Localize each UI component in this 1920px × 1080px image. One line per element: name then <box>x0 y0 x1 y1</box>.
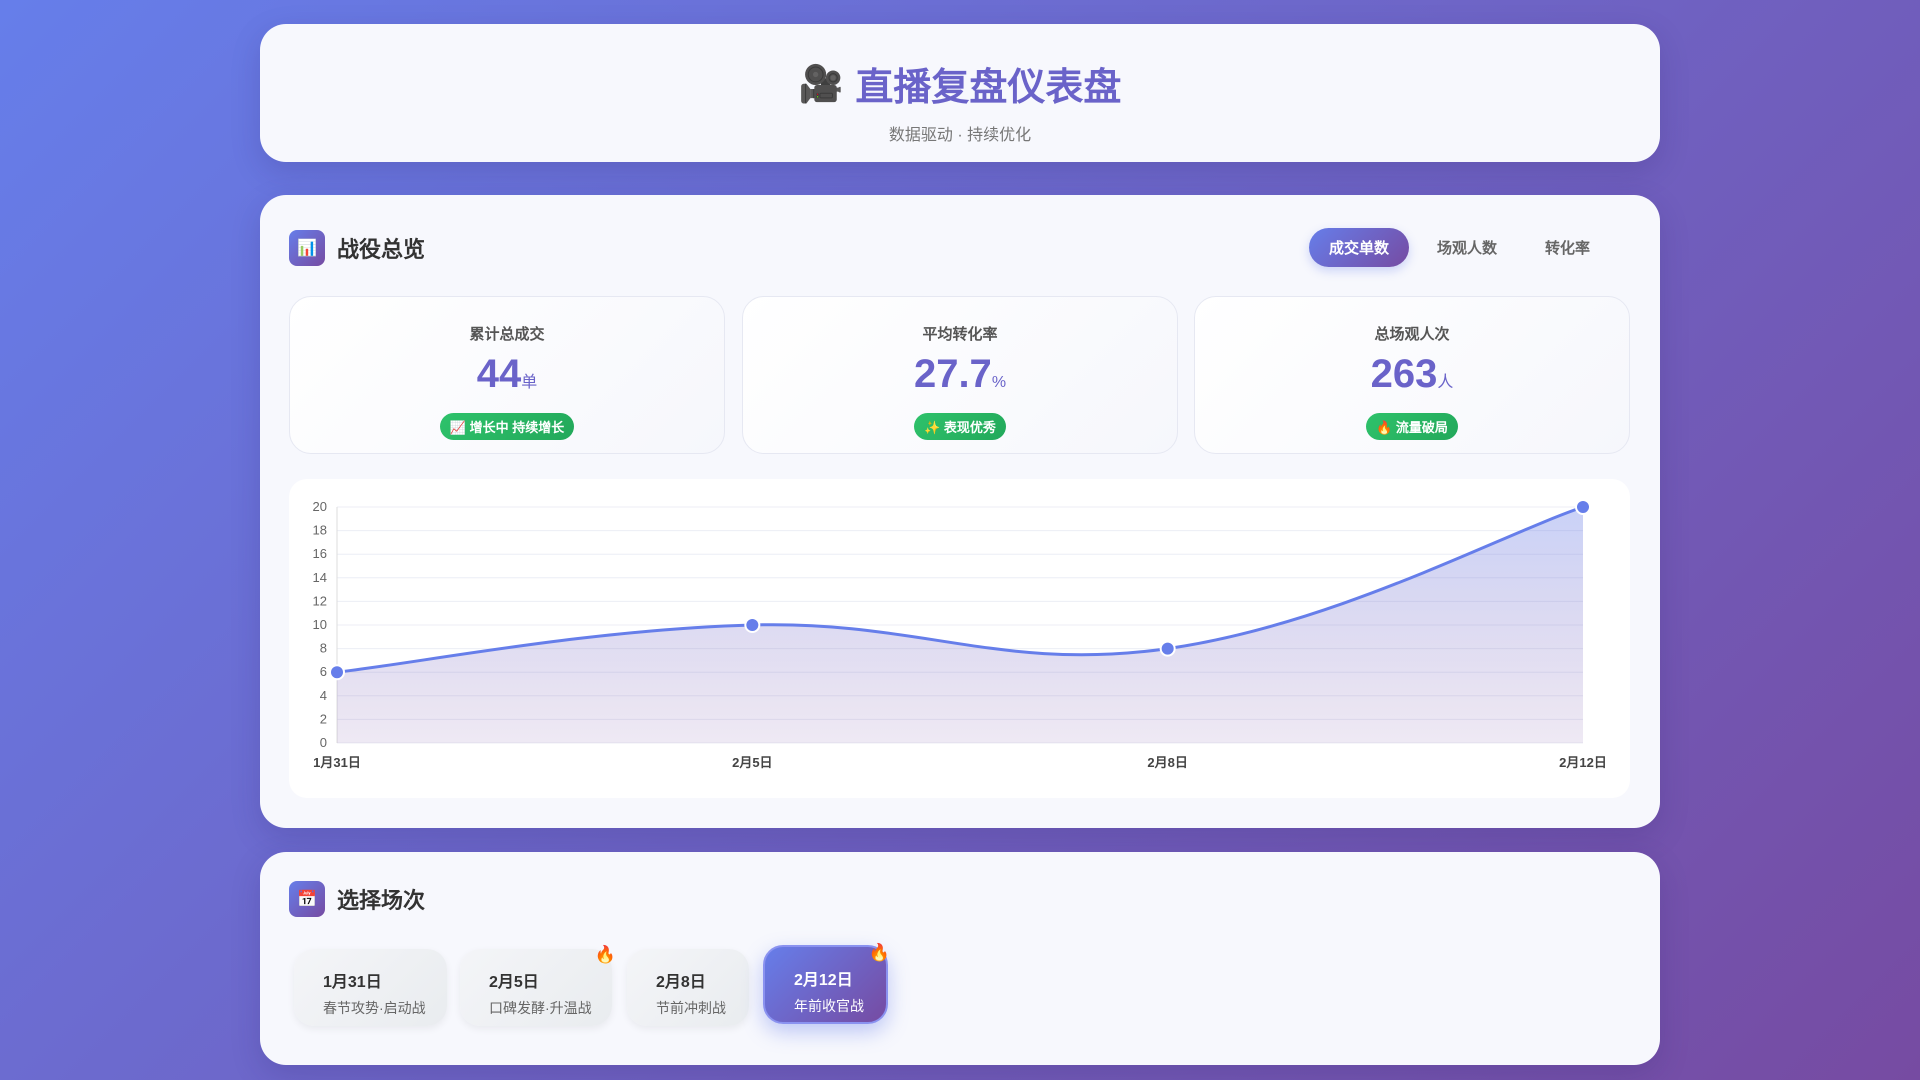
session-name: 年前收官战 <box>794 998 864 1014</box>
stat-total-orders: 累计总成交 44单 📈 增长中 持续增长 <box>289 296 725 454</box>
y-tick-label: 12 <box>313 593 327 608</box>
stat-value: 27.7 <box>913 352 992 396</box>
data-point <box>1159 640 1176 657</box>
session-name: 春节攻势·启动战 <box>323 1000 426 1016</box>
overview-card: 📊 战役总览 成交单数 场观人数 转化率 累计总成交 44单 📈 增长中 持续增长… <box>260 195 1660 828</box>
session-card: 📅 选择场次 1月31日春节攻势·启动战 🔥 2月5日口碑发酵·升温战 2月8日节前… <box>260 852 1660 1065</box>
session-button-active[interactable]: 🔥 2月12日年前收官战 <box>763 943 890 1024</box>
y-tick-label: 2 <box>320 711 327 726</box>
session-button[interactable]: 🔥 2月5日口碑发酵·升温战 <box>460 945 616 1026</box>
fire-icon: 🔥 <box>594 945 616 964</box>
stat-value: 263 <box>1370 352 1438 396</box>
y-tick-label: 0 <box>320 735 327 750</box>
data-point <box>1575 499 1591 515</box>
session-name: 节前冲刺战 <box>656 1000 726 1016</box>
fire-icon: 🔥 <box>868 943 890 962</box>
session-date: 2月8日 <box>656 974 706 991</box>
stat-unit: 人 <box>1437 374 1454 391</box>
tab-orders[interactable]: 成交单数 <box>1308 228 1409 267</box>
session-name: 口碑发酵·升温战 <box>489 1000 592 1016</box>
session-button[interactable]: 1月31日春节攻势·启动战 <box>294 949 447 1026</box>
data-point <box>744 617 761 633</box>
stat-unit: 单 <box>521 374 538 391</box>
page-title: 直播复盘仪表盘 <box>855 67 1122 109</box>
y-tick-label: 16 <box>313 546 327 561</box>
session-date: 1月31日 <box>323 974 382 991</box>
y-tick-label: 8 <box>320 641 327 656</box>
stat-value: 44 <box>476 352 522 396</box>
x-tick-label: 1月31日 <box>313 755 361 770</box>
bar-chart-icon: 📊 <box>289 230 325 266</box>
orders-chart: 0 2 4 6 8 10 12 14 16 18 20 1月31日 2月5日 2月8日 2月12日 <box>289 479 1630 798</box>
tab-conversion[interactable]: 转化率 <box>1525 228 1610 267</box>
stat-total-viewers: 总场观人次 263人 🔥 流量破局 <box>1194 296 1630 454</box>
session-button[interactable]: 2月8日节前冲刺战 <box>627 949 749 1026</box>
x-tick-label: 2月5日 <box>732 755 772 770</box>
x-tick-label: 2月12日 <box>1559 755 1607 770</box>
x-tick-label: 2月8日 <box>1147 755 1187 770</box>
header-card: 🎥 直播复盘仪表盘 数据驱动 · 持续优化 <box>260 24 1660 162</box>
y-tick-label: 20 <box>313 499 327 514</box>
page-subtitle: 数据驱动 · 持续优化 <box>888 127 1032 144</box>
y-tick-label: 18 <box>313 523 327 538</box>
overview-title: 战役总览 <box>337 237 426 262</box>
tab-viewers[interactable]: 场观人数 <box>1417 228 1517 267</box>
stat-badge: ✨ 表现优秀 <box>914 413 1006 440</box>
session-date: 2月12日 <box>794 972 853 989</box>
y-tick-label: 14 <box>313 570 327 585</box>
data-point <box>329 664 345 681</box>
stat-badge: 📈 增长中 持续增长 <box>439 413 575 440</box>
stat-label: 累计总成交 <box>469 326 545 343</box>
stat-unit: % <box>991 374 1007 391</box>
stat-label: 平均转化率 <box>922 326 998 343</box>
calendar-icon: 📅 <box>289 881 325 917</box>
chart-svg: 0 2 4 6 8 10 12 14 16 18 20 1月31日 2月5日 2月8日 2月12日 <box>313 499 1607 770</box>
stat-badge: 🔥 流量破局 <box>1366 413 1458 440</box>
stat-avg-conversion: 平均转化率 27.7% ✨ 表现优秀 <box>742 296 1178 454</box>
video-camera-icon: 🎥 <box>798 62 844 104</box>
y-tick-label: 4 <box>320 688 327 703</box>
session-title: 选择场次 <box>337 888 426 913</box>
stat-label: 总场观人次 <box>1374 326 1450 343</box>
y-tick-label: 10 <box>313 617 327 632</box>
y-tick-label: 6 <box>320 664 327 679</box>
session-date: 2月5日 <box>489 974 539 991</box>
